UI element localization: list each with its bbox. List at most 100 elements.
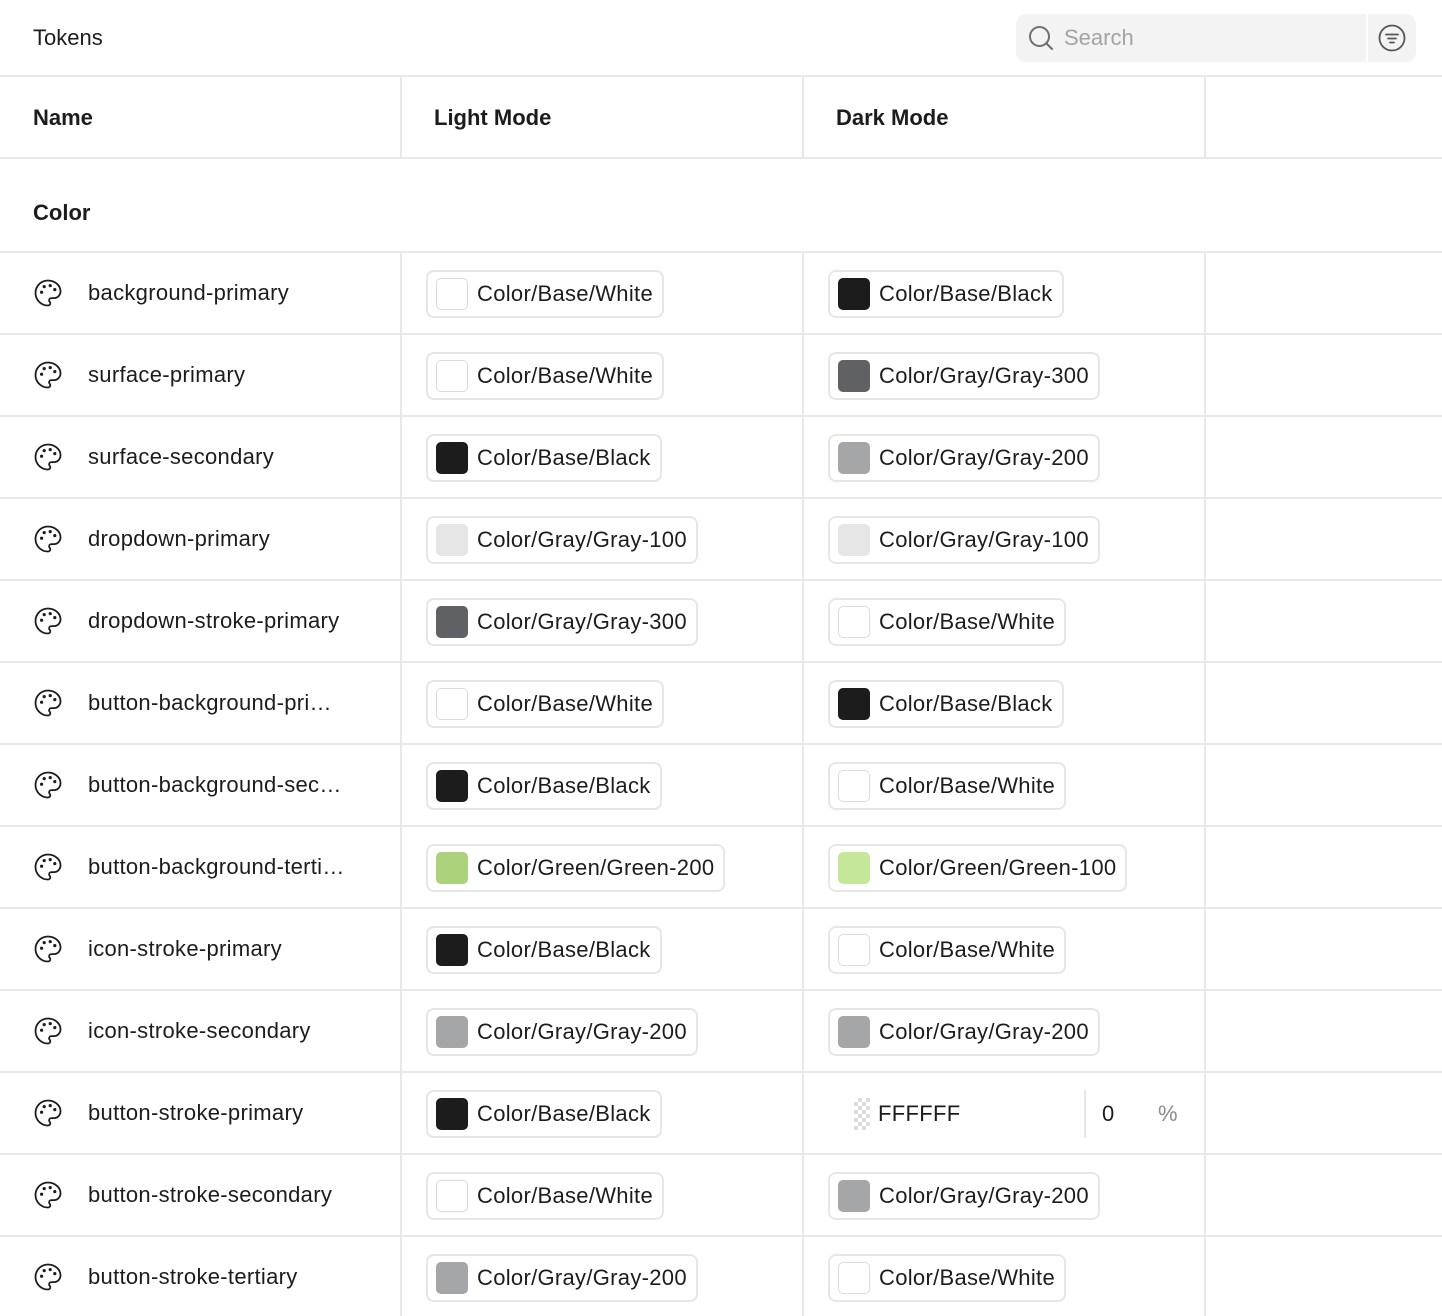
color-swatch: [838, 442, 870, 474]
table-row[interactable]: surface-primary Color/Base/White Color/Gra…: [0, 335, 1442, 417]
token-reference-label: Color/Gray/Gray-100: [477, 527, 687, 552]
dark-mode-token-pill[interactable]: Color/Gray/Gray-200: [828, 1172, 1100, 1220]
dark-mode-token-pill[interactable]: Color/Gray/Gray-200: [828, 1008, 1100, 1056]
light-mode-token-pill[interactable]: Color/Gray/Gray-300: [426, 598, 698, 646]
palette-icon: [34, 1017, 62, 1045]
table-row[interactable]: dropdown-stroke-primary Color/Gray/Gray-3…: [0, 581, 1442, 663]
table-row[interactable]: icon-stroke-primary Color/Base/Black Color…: [0, 909, 1442, 991]
token-reference-label: Color/Base/White: [477, 691, 653, 716]
palette-icon: [34, 279, 62, 307]
column-header-dark-mode[interactable]: Dark Mode: [836, 104, 948, 132]
color-swatch: [838, 1180, 870, 1212]
dark-mode-token-pill[interactable]: Color/Green/Green-100: [828, 844, 1128, 892]
token-reference-label: Color/Gray/Gray-300: [477, 609, 687, 634]
light-mode-token-pill[interactable]: Color/Base/White: [426, 1172, 664, 1220]
color-swatch: [838, 934, 870, 966]
light-mode-token-pill[interactable]: Color/Gray/Gray-100: [426, 516, 698, 564]
color-swatch: [838, 524, 870, 556]
table-row[interactable]: surface-secondary Color/Base/Black Color/G…: [0, 417, 1442, 499]
dark-mode-token-pill[interactable]: Color/Gray/Gray-300: [828, 352, 1100, 400]
light-mode-token-pill[interactable]: Color/Base/Black: [426, 1090, 662, 1138]
table-row[interactable]: button-background-sec… Color/Base/Black Co…: [0, 745, 1442, 827]
table-row[interactable]: button-stroke-secondary Color/Base/White C…: [0, 1155, 1442, 1237]
color-swatch: [838, 360, 870, 392]
column-header-light-mode[interactable]: Light Mode: [434, 104, 551, 132]
token-name: background-primary: [88, 280, 290, 305]
token-reference-label: Color/Gray/Gray-200: [477, 1265, 687, 1290]
light-mode-token-pill[interactable]: Color/Gray/Gray-200: [426, 1008, 698, 1056]
value-divider: [1084, 1090, 1086, 1138]
token-name: button-stroke-secondary: [88, 1182, 333, 1207]
palette-icon: [34, 1099, 62, 1127]
table-row[interactable]: background-primary Color/Base/White Color/…: [0, 253, 1442, 335]
token-reference-label: Color/Gray/Gray-200: [879, 445, 1089, 470]
color-swatch: [436, 1016, 468, 1048]
raw-color-value[interactable]: FFFFFF 0%: [850, 1090, 1180, 1138]
color-swatch: [436, 278, 468, 310]
token-name: dropdown-stroke-primary: [88, 608, 340, 633]
dark-mode-token-pill[interactable]: Color/Base/White: [828, 598, 1066, 646]
palette-icon: [34, 361, 62, 389]
table-row[interactable]: button-stroke-tertiary Color/Gray/Gray-20…: [0, 1237, 1442, 1316]
color-swatch: [436, 852, 468, 884]
table-header: Name Light Mode Dark Mode: [0, 77, 1442, 159]
dark-mode-token-pill[interactable]: Color/Gray/Gray-200: [828, 434, 1100, 482]
dark-mode-token-pill[interactable]: Color/Base/White: [828, 1254, 1066, 1302]
token-reference-label: Color/Gray/Gray-200: [879, 1019, 1089, 1044]
table-row[interactable]: icon-stroke-secondary Color/Gray/Gray-200…: [0, 991, 1442, 1073]
color-swatch: [436, 442, 468, 474]
filter-button[interactable]: [1368, 14, 1416, 62]
light-mode-token-pill[interactable]: Color/Base/White: [426, 270, 664, 318]
palette-icon: [34, 607, 62, 635]
token-reference-label: Color/Base/Black: [879, 281, 1053, 306]
dark-mode-token-pill[interactable]: Color/Gray/Gray-100: [828, 516, 1100, 564]
light-mode-token-pill[interactable]: Color/Base/White: [426, 352, 664, 400]
light-mode-token-pill[interactable]: Color/Base/Black: [426, 434, 662, 482]
token-reference-label: Color/Base/White: [477, 281, 653, 306]
table-row[interactable]: button-background-pri… Color/Base/White Co…: [0, 663, 1442, 745]
token-reference-label: Color/Green/Green-200: [477, 855, 715, 880]
search-input[interactable]: [1064, 14, 1354, 62]
color-swatch: [436, 606, 468, 638]
light-mode-token-pill[interactable]: Color/Gray/Gray-200: [426, 1254, 698, 1302]
token-reference-label: Color/Base/Black: [477, 773, 651, 798]
token-name: button-background-sec…: [88, 772, 342, 797]
token-reference-label: Color/Base/Black: [477, 1101, 651, 1126]
dark-mode-token-pill[interactable]: Color/Base/White: [828, 762, 1066, 810]
color-swatch: [436, 360, 468, 392]
palette-icon: [34, 525, 62, 553]
light-mode-token-pill[interactable]: Color/Base/Black: [426, 762, 662, 810]
light-mode-token-pill[interactable]: Color/Base/Black: [426, 926, 662, 974]
color-swatch: [436, 1098, 468, 1130]
token-reference-label: Color/Gray/Gray-200: [879, 1183, 1089, 1208]
token-reference-label: Color/Base/Black: [477, 937, 651, 962]
color-swatch: [838, 606, 870, 638]
table-row[interactable]: button-background-terti… Color/Green/Gree…: [0, 827, 1442, 909]
color-swatch: [436, 1180, 468, 1212]
group-row-color: Color: [0, 159, 1442, 253]
light-mode-token-pill[interactable]: Color/Base/White: [426, 680, 664, 728]
opacity-value[interactable]: 0: [1102, 1100, 1114, 1128]
dark-mode-token-pill[interactable]: Color/Base/White: [828, 926, 1066, 974]
hex-value[interactable]: FFFFFF: [878, 1100, 960, 1128]
token-name: dropdown-primary: [88, 526, 271, 551]
token-reference-label: Color/Base/Black: [879, 691, 1053, 716]
color-swatch: [436, 1262, 468, 1294]
dark-mode-token-pill[interactable]: Color/Base/Black: [828, 270, 1064, 318]
color-swatch: [838, 852, 870, 884]
search-box[interactable]: [1016, 14, 1366, 62]
filter-icon: [1378, 24, 1406, 52]
token-reference-label: Color/Gray/Gray-300: [879, 363, 1089, 388]
palette-icon: [34, 689, 62, 717]
token-reference-label: Color/Base/White: [879, 1265, 1055, 1290]
table-row[interactable]: button-stroke-primary Color/Base/Black FFF…: [0, 1073, 1442, 1155]
column-header-name[interactable]: Name: [33, 104, 93, 132]
light-mode-token-pill[interactable]: Color/Green/Green-200: [426, 844, 726, 892]
dark-mode-token-pill[interactable]: Color/Base/Black: [828, 680, 1064, 728]
table-row[interactable]: dropdown-primary Color/Gray/Gray-100 Color…: [0, 499, 1442, 581]
color-swatch: [436, 524, 468, 556]
palette-icon: [34, 853, 62, 881]
token-name: button-stroke-tertiary: [88, 1264, 298, 1289]
token-reference-label: Color/Gray/Gray-200: [477, 1019, 687, 1044]
transparent-swatch: [854, 1098, 870, 1130]
